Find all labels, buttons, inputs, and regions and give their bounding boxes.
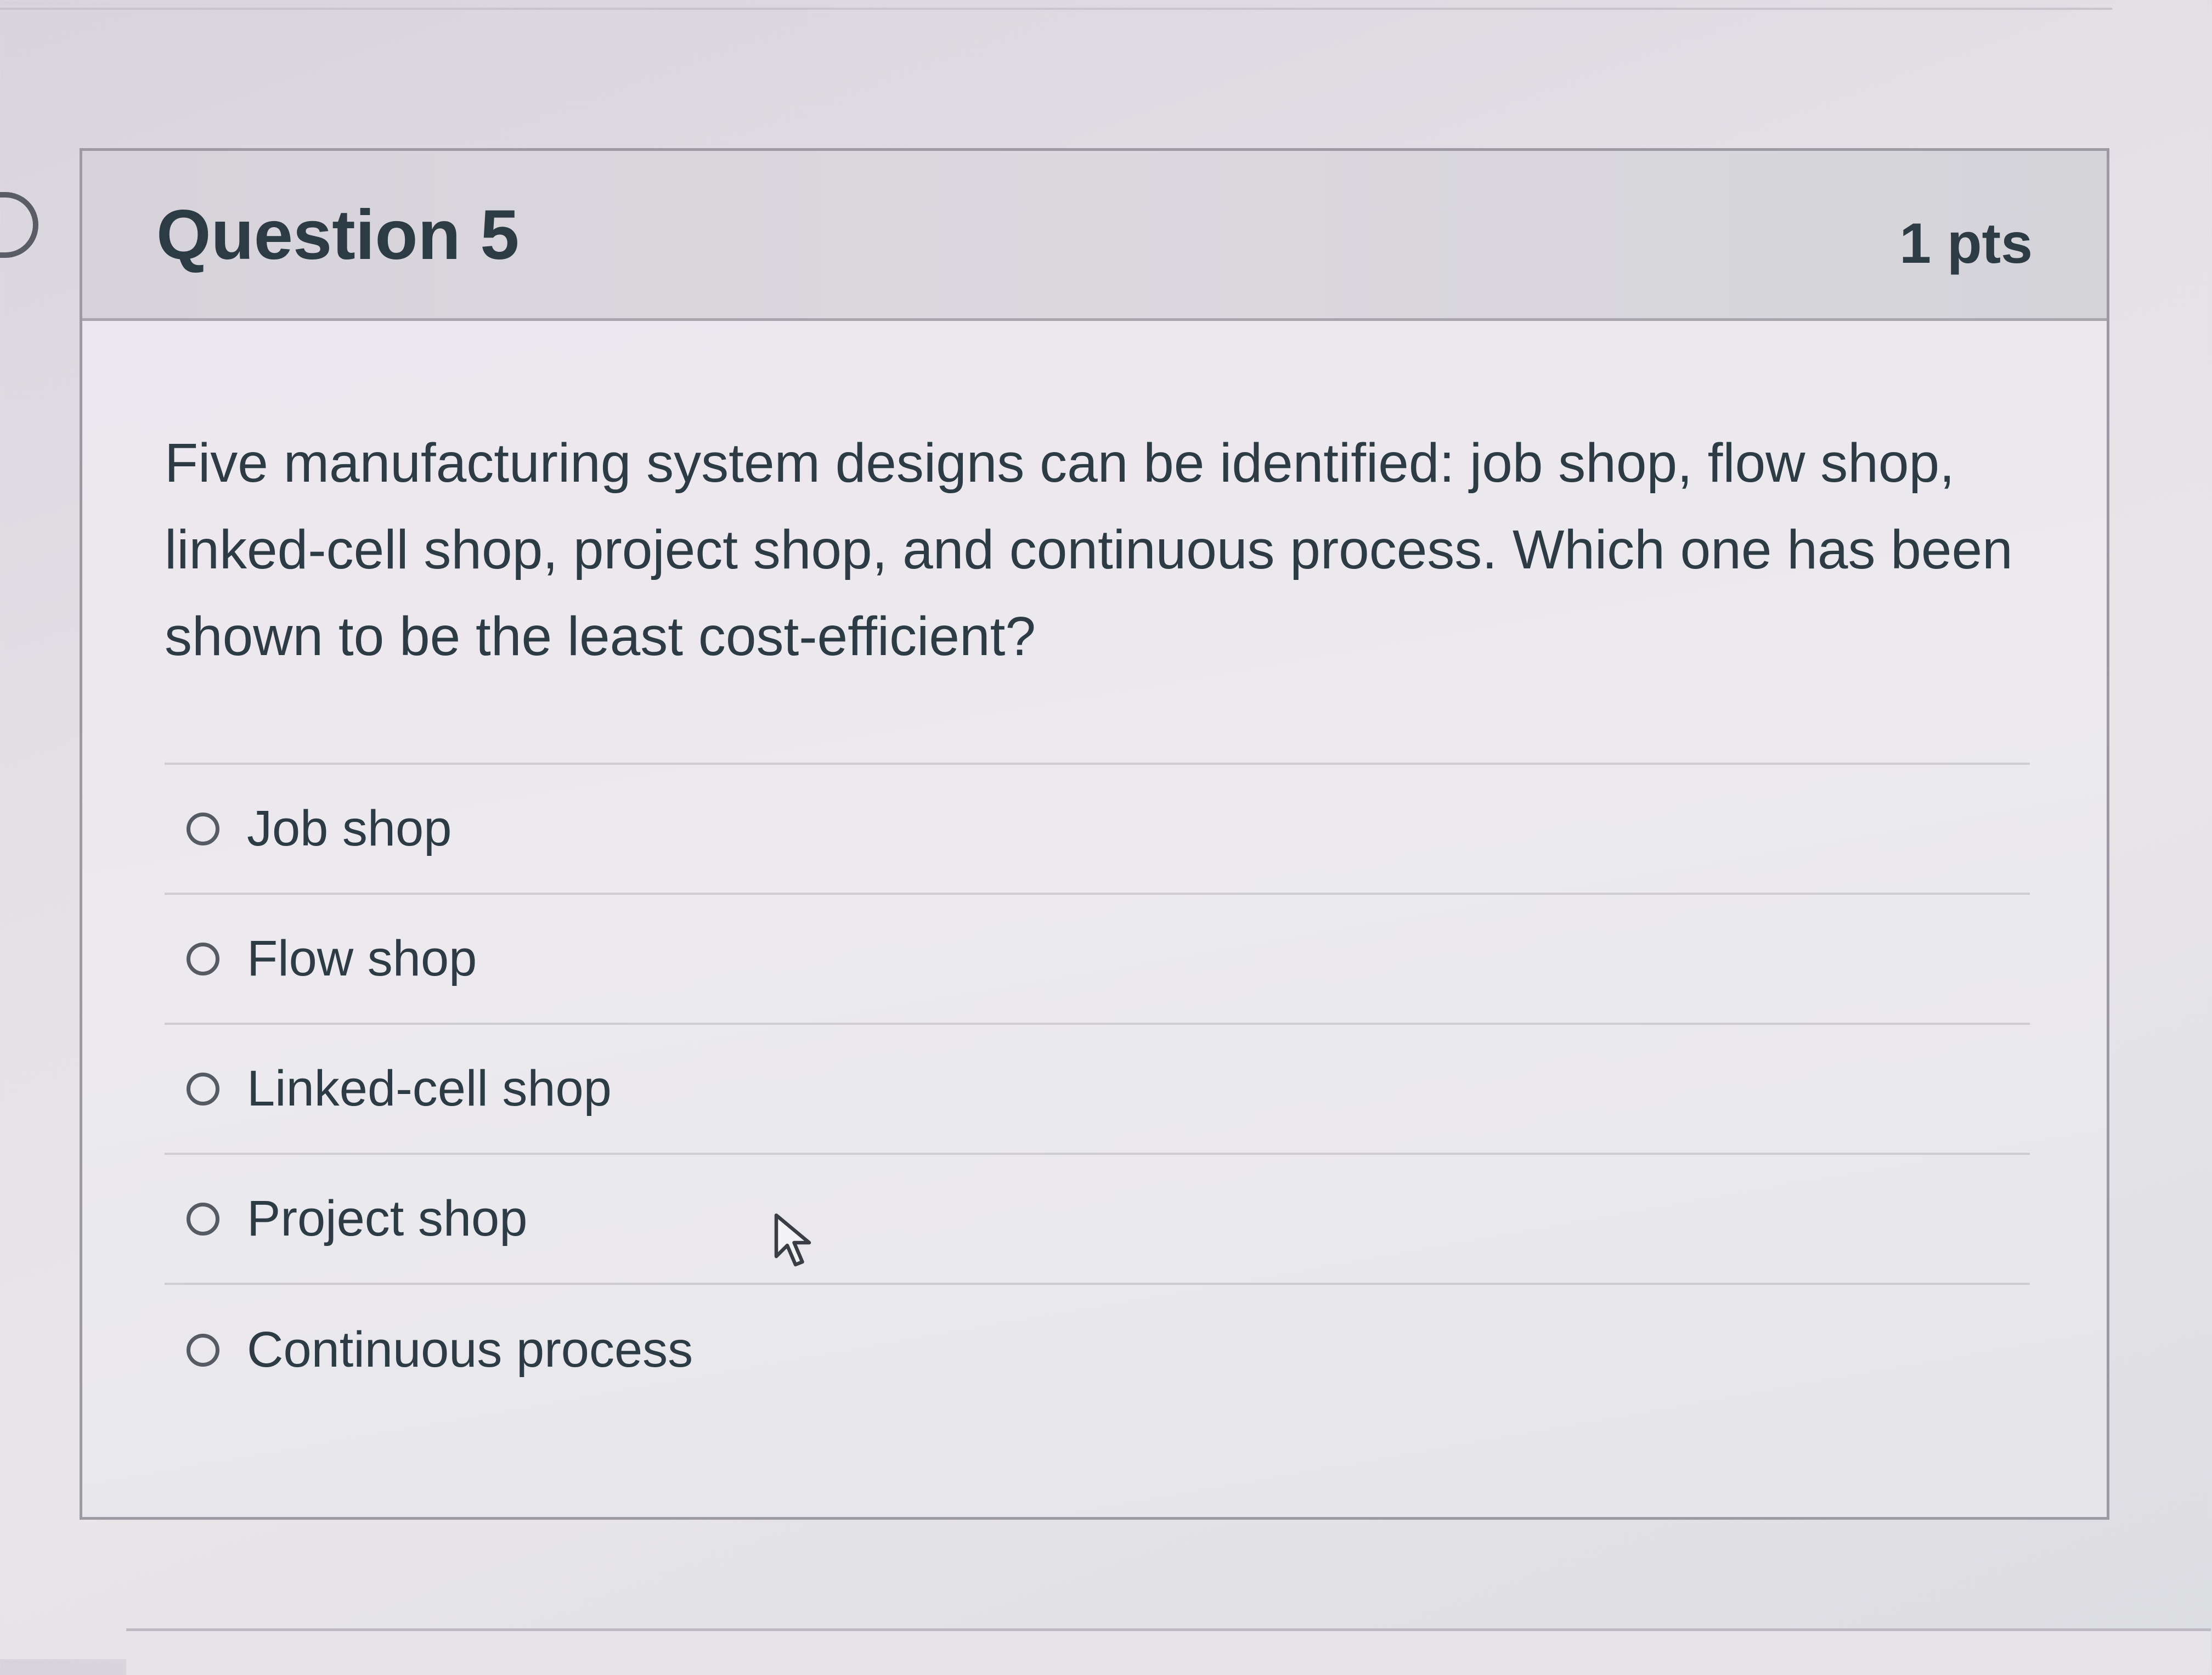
answer-option-flow-shop[interactable]: Flow shop (165, 895, 2030, 1025)
radio-unselected-icon[interactable] (187, 812, 219, 845)
question-header: Question 5 1 pts (82, 151, 2107, 321)
answer-option-continuous-process[interactable]: Continuous process (165, 1285, 2030, 1415)
answer-label[interactable]: Project shop (247, 1190, 527, 1248)
answer-option-project-shop[interactable]: Project shop (165, 1155, 2030, 1285)
radio-unselected-icon[interactable] (187, 1333, 219, 1367)
question-points: 1 pts (1899, 212, 2033, 275)
answer-list: Job shop Flow shop Linked-cell shop Proj… (165, 763, 2030, 1415)
question-flag-icon[interactable] (0, 192, 38, 258)
answer-label[interactable]: Job shop (247, 800, 452, 858)
previous-card-edge (0, 8, 2112, 10)
radio-unselected-icon[interactable] (187, 1072, 219, 1106)
radio-unselected-icon[interactable] (187, 942, 219, 975)
answer-label[interactable]: Linked-cell shop (247, 1060, 612, 1118)
question-card: Question 5 1 pts Five manufacturing syst… (80, 148, 2109, 1520)
radio-unselected-icon[interactable] (187, 1202, 219, 1236)
next-card-edge (126, 1628, 2211, 1675)
mouse-pointer-icon (774, 1213, 811, 1267)
answer-label[interactable]: Continuous process (247, 1321, 693, 1379)
question-text: Five manufacturing system designs can be… (165, 432, 2013, 667)
answer-option-linked-cell-shop[interactable]: Linked-cell shop (165, 1025, 2030, 1155)
question-title: Question 5 (156, 196, 520, 274)
answer-option-job-shop[interactable]: Job shop (165, 765, 2030, 895)
answer-label[interactable]: Flow shop (247, 930, 477, 988)
